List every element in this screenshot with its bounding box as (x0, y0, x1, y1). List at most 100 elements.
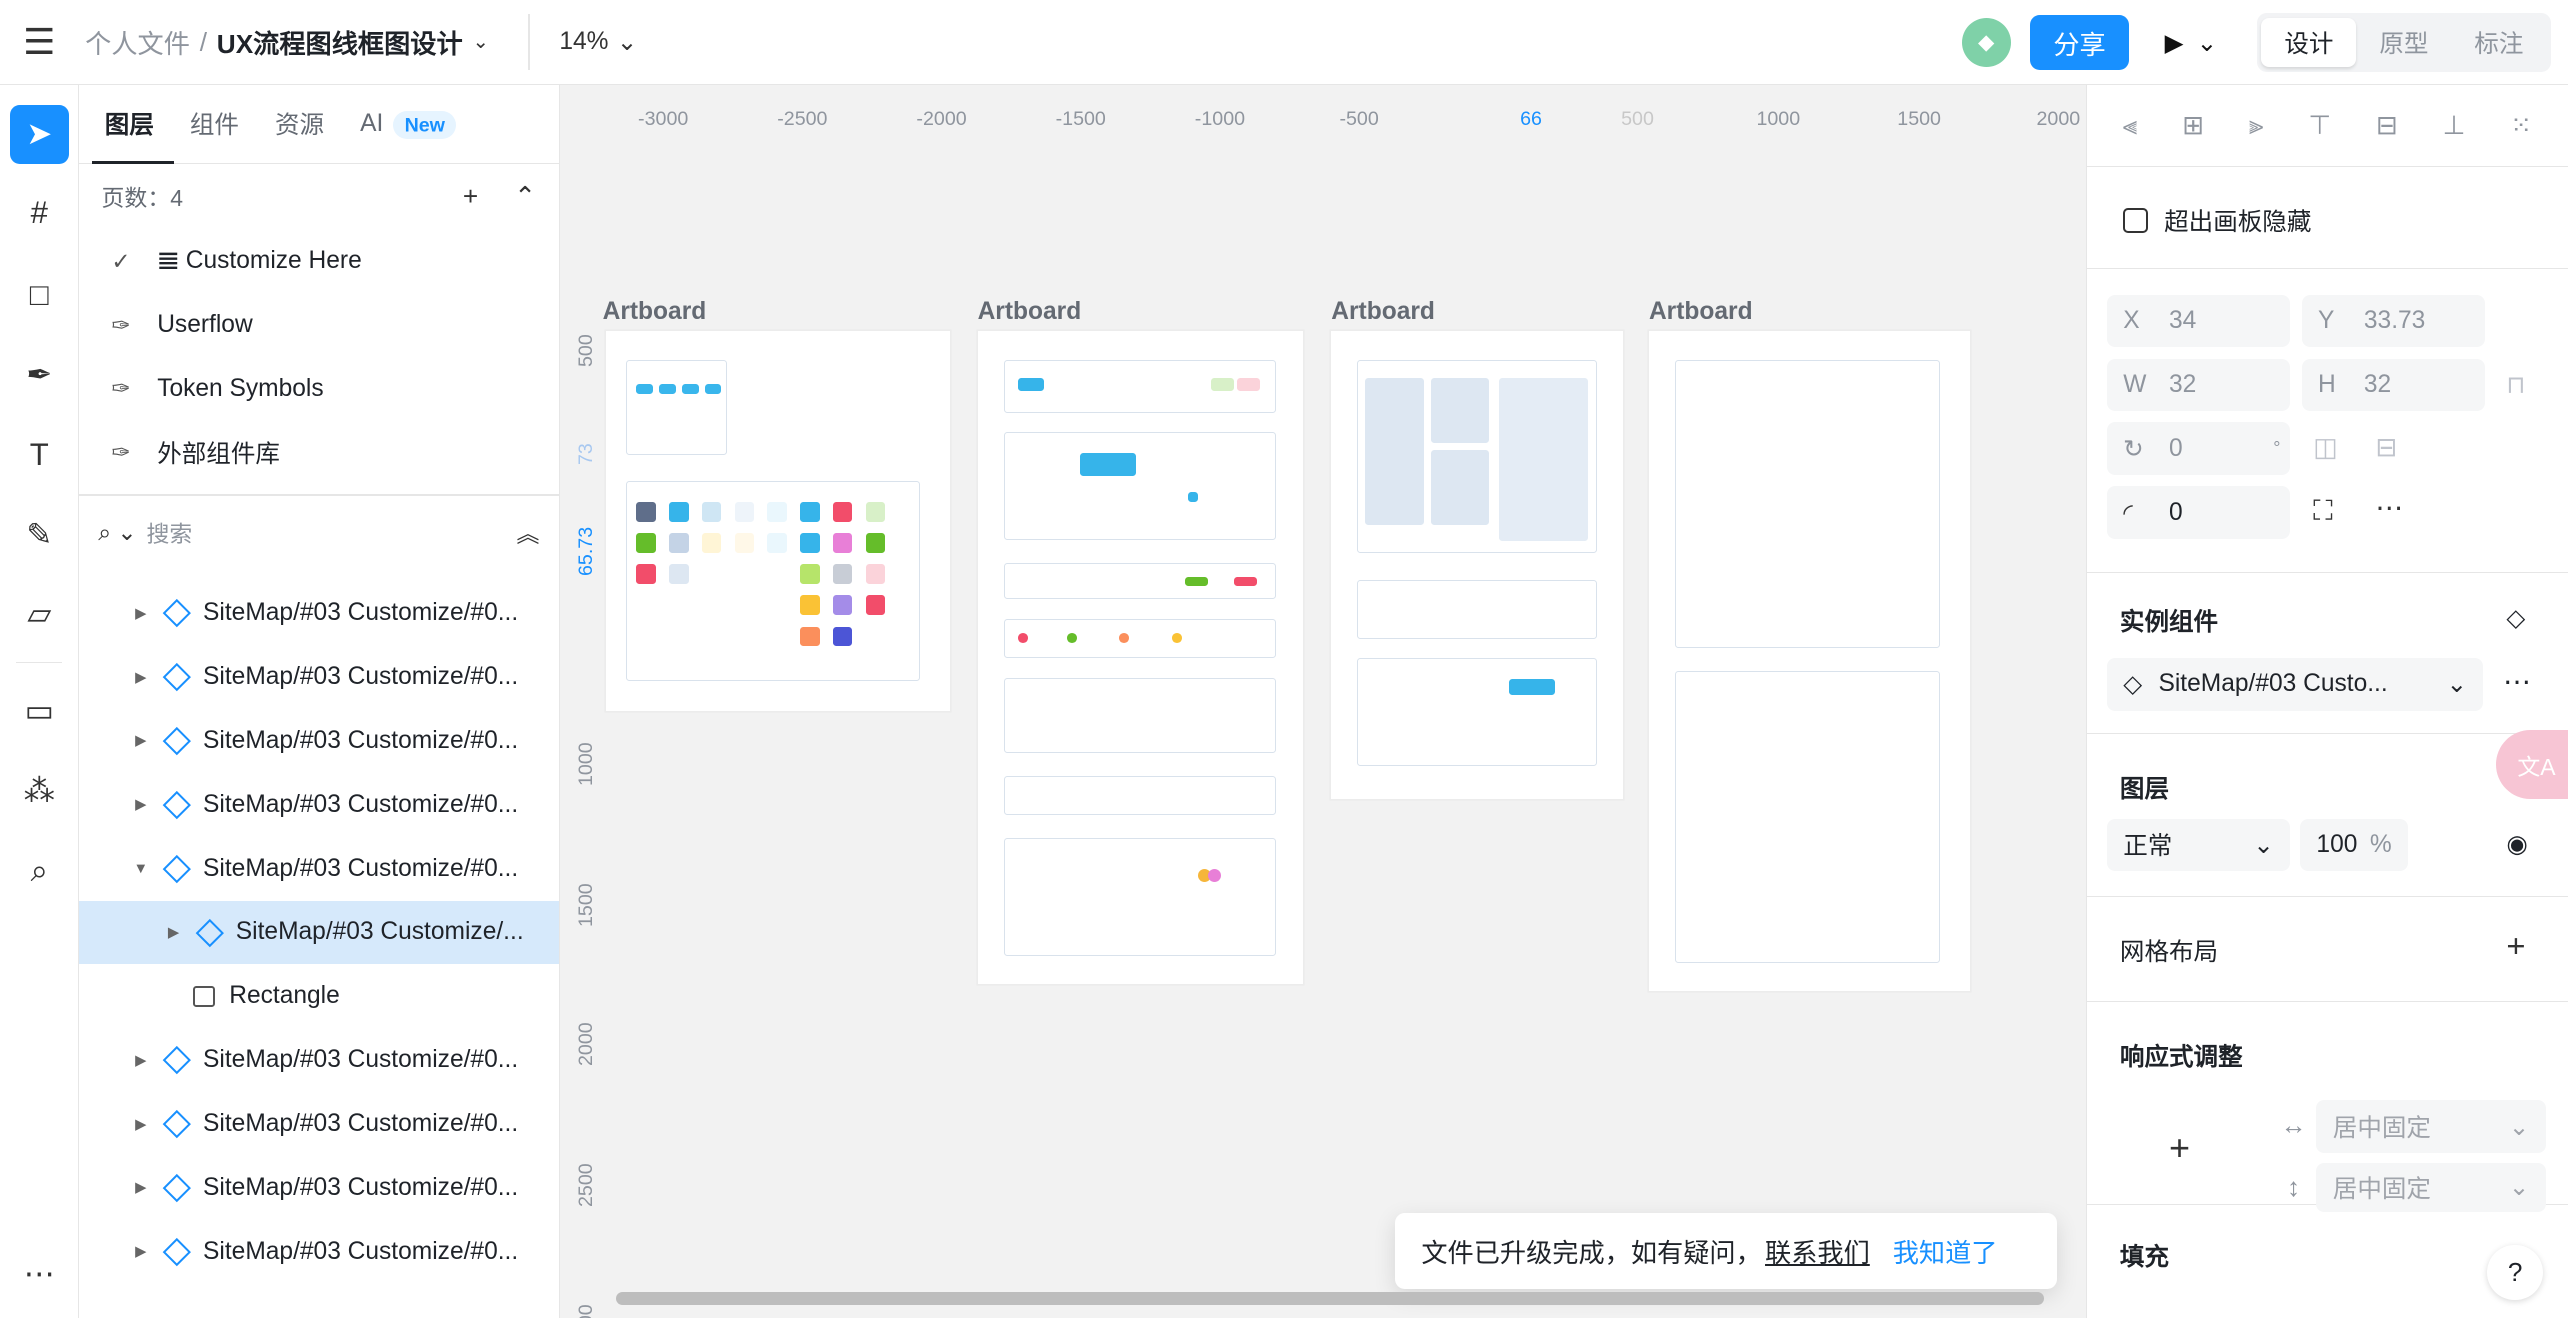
expand-caret-icon[interactable]: ▶ (128, 1243, 154, 1260)
width-field[interactable]: W 32 (2106, 358, 2291, 411)
align-top-icon[interactable]: ⊤ (2308, 110, 2331, 141)
artboard[interactable] (1648, 330, 1970, 991)
move-icon[interactable]: ➤ (9, 104, 69, 164)
page-item[interactable]: ✑ 外部组件库 (79, 421, 559, 485)
instance-swap-dropdown[interactable]: ◇ SiteMap/#03 Custo... ⌄ (2106, 658, 2484, 711)
file-name[interactable]: UX流程图线框图设计 (217, 23, 463, 61)
independent-corners-icon[interactable]: ⛶ (2313, 495, 2332, 528)
contact-us-link[interactable]: 联系我们 (1765, 1232, 1870, 1270)
tab-prototype[interactable]: 原型 (2356, 18, 2451, 67)
layer-row[interactable]: ▶ SiteMap/#03 Customize/#0... (79, 773, 559, 837)
collapse-all-icon[interactable]: ︽ (516, 515, 539, 549)
height-field[interactable]: H 32 (2301, 358, 2486, 411)
artboard-label[interactable]: Artboard (1331, 298, 1435, 326)
plugin-icon[interactable]: ⁂ (10, 761, 69, 820)
layer-row[interactable]: ▶ SiteMap/#03 Customize/#0... (79, 645, 559, 709)
canvas[interactable]: -3000 -2500 -2000 -1500 -1000 -500 66 50… (561, 85, 2087, 1318)
tab-annotate[interactable]: 标注 (2451, 18, 2546, 67)
lock-icon[interactable]: ⊓ (2506, 370, 2525, 400)
frame-icon[interactable]: # (10, 183, 69, 242)
artboard-label[interactable]: Artboard (603, 298, 707, 326)
add-grid-icon[interactable]: + (2506, 927, 2525, 965)
tab-design[interactable]: 设计 (2261, 18, 2357, 68)
align-bottom-icon[interactable]: ⊥ (2443, 110, 2466, 141)
flip-horizontal-icon[interactable]: ◫ (2313, 432, 2338, 463)
layer-row[interactable]: ▶ SiteMap/#03 Customize/#0... (79, 1092, 559, 1156)
y-field[interactable]: Y 33.73 (2301, 294, 2486, 348)
expand-caret-icon[interactable]: ▶ (128, 1116, 154, 1133)
comment-icon[interactable]: ▭ (10, 681, 69, 740)
expand-caret-icon[interactable]: ▶ (160, 924, 186, 941)
more-options-icon[interactable]: ⋯ (2375, 491, 2403, 524)
layer-row[interactable]: ▶ SiteMap/#03 Customize/#0... (79, 709, 559, 773)
text-icon[interactable]: T (10, 426, 69, 485)
expand-caret-icon[interactable]: ▶ (128, 732, 154, 749)
align-right-icon[interactable]: ⫸ (2249, 110, 2264, 142)
layer-row[interactable]: ▶ SiteMap/#03 Customize/#0... (79, 1028, 559, 1092)
pen-icon[interactable]: ✒ (10, 346, 69, 405)
help-button[interactable]: ? (2487, 1244, 2544, 1301)
pencil-icon[interactable]: ✎ (10, 506, 69, 565)
tab-assets[interactable]: 资源 (275, 106, 324, 141)
opacity-field[interactable]: 100% (2300, 818, 2409, 872)
align-middle-icon[interactable]: ⊟ (2376, 110, 2398, 141)
tab-ai[interactable]: AI New (360, 110, 457, 140)
collapse-icon[interactable]: ⌃ (514, 181, 536, 212)
dismiss-toast-button[interactable]: 我知道了 (1893, 1232, 1998, 1270)
page-item[interactable]: ✓ 𝌆 Customize Here (79, 229, 559, 293)
search-input[interactable]: 搜索 (146, 515, 192, 549)
distribute-icon[interactable]: ⁙ (2510, 110, 2532, 141)
layer-row-selected[interactable]: ▶ SiteMap/#03 Customize/... (78, 900, 560, 965)
horizontal-scrollbar[interactable] (615, 1291, 2044, 1306)
artboard-thumbnail (625, 360, 728, 456)
page-item[interactable]: ✑ Userflow (79, 293, 559, 357)
expand-caret-icon[interactable]: ▶ (128, 1179, 154, 1196)
zoom-dropdown[interactable]: 14% ⌄ (559, 27, 637, 57)
corner-radius-field[interactable]: ◜ 0 (2106, 486, 2291, 539)
x-field[interactable]: X 34 (2106, 294, 2291, 348)
horizontal-constraint-dropdown[interactable]: 居中固定 ⌄ (2316, 1100, 2546, 1153)
add-page-icon[interactable]: + (463, 181, 478, 212)
layer-row[interactable]: ▶ SiteMap/#03 Customize/#0... (79, 1156, 559, 1220)
layer-row[interactable]: ▼ SiteMap/#03 Customize/#0... (79, 837, 559, 901)
expand-caret-icon[interactable]: ▶ (128, 669, 154, 686)
page-item[interactable]: ✑ Token Symbols (79, 357, 559, 421)
share-button[interactable]: 分享 (2030, 14, 2129, 71)
go-to-main-component-icon[interactable]: ◇ (2506, 603, 2525, 633)
slice-icon[interactable]: ▱ (10, 585, 69, 644)
collapse-caret-icon[interactable]: ▼ (128, 861, 154, 877)
layer-row[interactable]: ▶ SiteMap/#03 Customize/#0... (79, 581, 559, 645)
expand-caret-icon[interactable]: ▶ (128, 605, 154, 622)
align-center-h-icon[interactable]: ⊞ (2182, 110, 2204, 141)
layer-row[interactable]: Rectangle (79, 964, 559, 1028)
hamburger-icon[interactable]: ☰ (0, 0, 79, 85)
align-left-icon[interactable]: ⫷ (2123, 110, 2138, 142)
tab-layers[interactable]: 图层 (105, 106, 154, 141)
chevron-down-icon[interactable]: ⌄ (473, 30, 489, 54)
artboard[interactable] (605, 330, 950, 711)
more-icon[interactable]: ⋯ (10, 1244, 69, 1303)
rotation-field[interactable]: ↻ 0 ° (2106, 422, 2291, 475)
rectangle-icon[interactable]: □ (10, 265, 69, 324)
avatar[interactable]: ◆ (1961, 18, 2011, 68)
tab-components[interactable]: 组件 (190, 106, 239, 141)
search-icon[interactable]: ⌕ (10, 842, 69, 901)
clip-content-toggle[interactable]: 超出画板隐藏 (2123, 203, 2311, 238)
flip-vertical-icon[interactable]: ⊟ (2375, 432, 2397, 463)
translate-icon[interactable]: 文A (2495, 730, 2568, 800)
checkbox[interactable] (2123, 208, 2148, 233)
eye-icon[interactable]: ◉ (2506, 829, 2527, 859)
artboard-label[interactable]: Artboard (978, 298, 1082, 326)
artboard[interactable] (1331, 330, 1623, 800)
expand-caret-icon[interactable]: ▶ (128, 796, 154, 813)
more-options-icon[interactable]: ⋯ (2503, 665, 2531, 698)
layer-search[interactable]: ⌕ ⌄ 搜索 ︽ (79, 496, 559, 568)
artboard[interactable] (977, 330, 1304, 985)
breadcrumb-folder[interactable]: 个人文件 (85, 23, 190, 61)
blend-mode-dropdown[interactable]: 正常 ⌄ (2106, 818, 2291, 872)
constraint-widget[interactable]: + (2130, 1094, 2228, 1192)
layer-row[interactable]: ▶ SiteMap/#03 Customize/#0... (79, 1220, 559, 1284)
expand-caret-icon[interactable]: ▶ (128, 1052, 154, 1069)
present-button[interactable]: ▶ ⌄ (2165, 28, 2218, 58)
artboard-label[interactable]: Artboard (1649, 298, 1753, 326)
